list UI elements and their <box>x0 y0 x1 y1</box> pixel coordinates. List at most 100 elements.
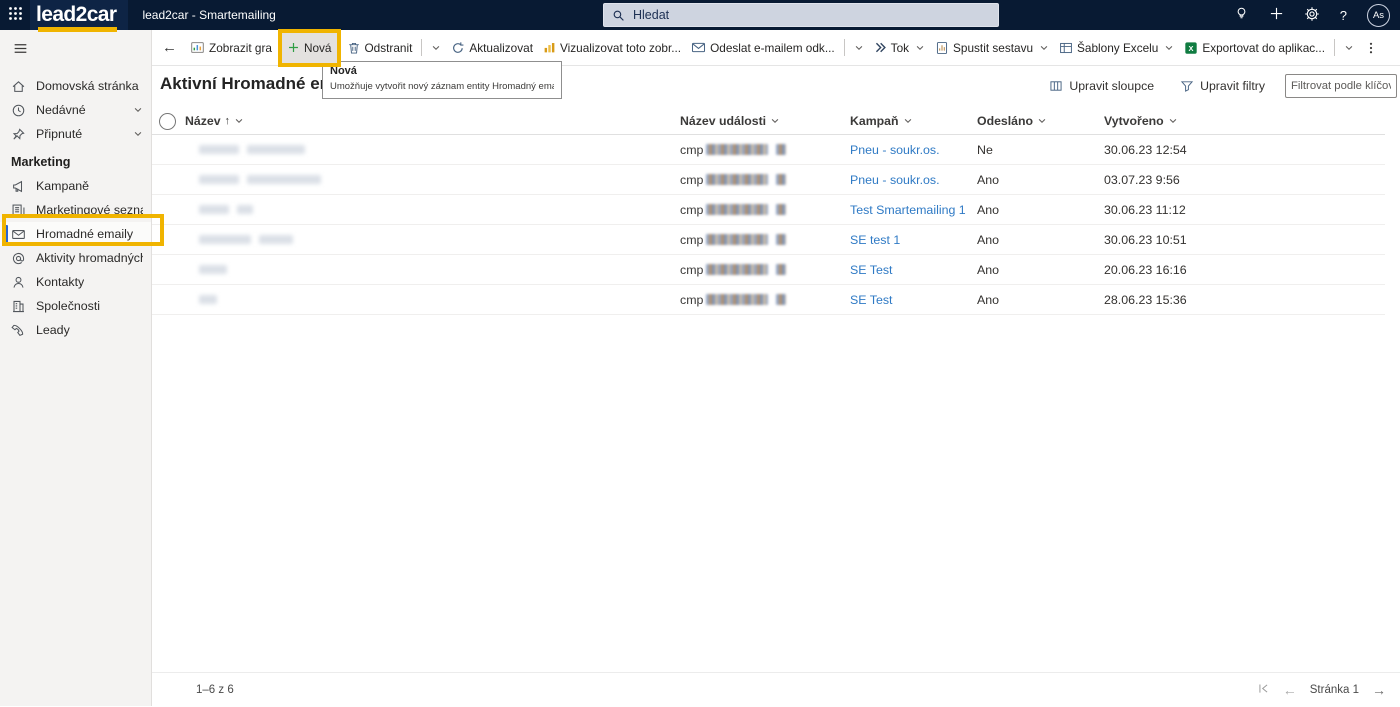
redacted-event-id <box>706 204 769 215</box>
campaign-link[interactable]: SE Test <box>850 293 892 307</box>
name-cell[interactable] <box>185 145 680 154</box>
hamburger-menu-icon[interactable] <box>8 38 32 62</box>
campaign-link[interactable]: Pneu - soukr.os. <box>850 143 940 157</box>
column-header-campaign[interactable]: Kampaň <box>850 114 977 128</box>
name-cell[interactable] <box>185 175 680 184</box>
command-excel-templates[interactable]: Šablony Excelu <box>1054 33 1179 63</box>
edit-columns-button[interactable]: Upravit sloupce <box>1043 78 1160 94</box>
event-prefix: cmp <box>680 292 704 307</box>
back-button[interactable]: ← <box>154 39 185 56</box>
command-divider <box>421 39 423 56</box>
sidebar-item-label: Leady <box>36 323 70 337</box>
command-export-excel[interactable]: X Exportovat do aplikac... <box>1179 33 1330 63</box>
sort-ascending-icon: ↑ <box>224 115 231 127</box>
sidebar-item-home[interactable]: Domovská stránka <box>0 74 151 98</box>
chevron-down-icon[interactable] <box>1037 116 1047 126</box>
dropdown-caret-icon[interactable] <box>1339 43 1359 53</box>
redacted-event-id <box>706 234 769 245</box>
help-icon[interactable]: ? <box>1340 8 1347 23</box>
created-cell: 28.06.23 15:36 <box>1104 292 1187 307</box>
command-tooltip: Nová Umožňuje vytvořit nový záznam entit… <box>322 61 562 99</box>
table-header: Název ↑ Název události Kampaň Odesláno V… <box>152 108 1385 135</box>
avatar[interactable]: As <box>1367 3 1390 27</box>
name-cell[interactable] <box>185 265 680 274</box>
redacted-name <box>259 235 293 244</box>
sent-cell: Ano <box>977 232 1000 247</box>
sent-cell: Ano <box>977 202 1000 217</box>
command-run-report[interactable]: Spustit sestavu <box>930 33 1054 63</box>
global-search[interactable] <box>603 3 999 27</box>
chevron-down-icon[interactable] <box>234 116 244 126</box>
chevron-down-icon[interactable] <box>770 116 780 126</box>
lightbulb-icon[interactable] <box>1234 6 1249 24</box>
campaign-link[interactable]: SE Test <box>850 263 892 277</box>
command-label: Šablony Excelu <box>1077 40 1159 55</box>
chart-icon <box>190 40 205 55</box>
column-header-sent[interactable]: Odesláno <box>977 114 1104 128</box>
sidebar-item-recent[interactable]: Nedávné <box>0 98 151 122</box>
sidebar-item-marketing-lists[interactable]: Marketingové sezna... <box>0 198 151 222</box>
first-page-button[interactable] <box>1257 682 1270 698</box>
edit-columns-label: Upravit sloupce <box>1069 79 1155 93</box>
table-row[interactable]: cmp SE test 1 Ano 30.06.23 10:51 <box>152 225 1385 255</box>
name-cell[interactable] <box>185 205 680 214</box>
chevron-down-icon[interactable] <box>1168 116 1178 126</box>
column-header-event-name[interactable]: Název události <box>680 114 850 128</box>
redacted-event-id <box>706 174 769 185</box>
columns-icon <box>1049 79 1063 93</box>
campaign-link[interactable]: SE test 1 <box>850 233 900 247</box>
redacted-event-id <box>776 294 787 305</box>
table-row[interactable]: cmp SE Test Ano 20.06.23 16:16 <box>152 255 1385 285</box>
name-cell[interactable] <box>185 235 680 244</box>
sidebar-item-contacts[interactable]: Kontakty <box>0 270 151 294</box>
name-cell[interactable] <box>185 295 680 304</box>
select-all-checkbox[interactable] <box>159 112 176 130</box>
command-new[interactable]: Nová <box>281 32 337 63</box>
redacted-name <box>199 265 227 274</box>
settings-gear-icon[interactable] <box>1304 6 1320 25</box>
sidebar-item-accounts[interactable]: Společnosti <box>0 294 151 318</box>
redacted-event-id <box>706 144 769 155</box>
chevron-down-icon[interactable] <box>903 116 913 126</box>
sidebar-item-pinned[interactable]: Připnuté <box>0 122 151 146</box>
campaign-link[interactable]: Test Smartemailing 1 <box>850 203 966 217</box>
campaign-cell: SE test 1 <box>850 231 977 249</box>
exceltmpl-icon <box>1059 41 1073 55</box>
sidebar-item-leads[interactable]: Leady <box>0 318 151 342</box>
command-visualize-view[interactable]: Vizualizovat toto zobr... <box>538 33 686 63</box>
command-refresh[interactable]: Aktualizovat <box>446 33 538 63</box>
command-delete[interactable]: Odstranit <box>342 33 418 63</box>
command-email-link[interactable]: Odeslat e-mailem odk... <box>686 33 840 63</box>
chevron-down-icon <box>133 105 143 115</box>
filter-funnel-icon <box>1180 79 1194 93</box>
next-page-button[interactable]: → <box>1372 682 1386 698</box>
sidebar-item-mass-emails[interactable]: Hromadné emaily <box>0 222 151 246</box>
redacted-name <box>247 145 305 154</box>
table-row[interactable]: cmp SE Test Ano 28.06.23 15:36 <box>152 285 1385 315</box>
table-row[interactable]: cmp Pneu - soukr.os. Ne 30.06.23 12:54 <box>152 135 1385 165</box>
column-header-created[interactable]: Vytvořeno <box>1104 114 1385 128</box>
edit-filters-button[interactable]: Upravit filtry <box>1174 78 1271 94</box>
plus-icon[interactable] <box>1269 6 1284 24</box>
redacted-event-id <box>776 264 787 275</box>
keyword-filter-input[interactable] <box>1285 74 1397 98</box>
sidebar-item-mass-email-activities[interactable]: Aktivity hromadných... <box>0 246 151 270</box>
command-flow[interactable]: Tok <box>869 33 930 63</box>
sent-cell: Ano <box>977 292 1000 307</box>
command-show-chart[interactable]: Zobrazit gra <box>185 33 277 63</box>
command-more-commands[interactable] <box>1359 33 1383 63</box>
dropdown-caret-icon[interactable] <box>849 43 869 53</box>
waffle-app-launcher-icon[interactable] <box>0 0 30 30</box>
previous-page-button[interactable]: ← <box>1283 682 1297 698</box>
table-row[interactable]: cmp Test Smartemailing 1 Ano 30.06.23 11:12 <box>152 195 1385 225</box>
search-icon <box>612 9 625 22</box>
campaign-link[interactable]: Pneu - soukr.os. <box>850 173 940 187</box>
table-row[interactable]: cmp Pneu - soukr.os. Ano 03.07.23 9:56 <box>152 165 1385 195</box>
created-cell: 30.06.23 11:12 <box>1104 202 1186 217</box>
column-header-name[interactable]: Název ↑ <box>185 114 680 128</box>
dropdown-caret-icon[interactable] <box>426 43 446 53</box>
search-input[interactable] <box>631 7 990 23</box>
edit-filters-label: Upravit filtry <box>1200 79 1265 93</box>
sidebar-item-campaigns[interactable]: Kampaně <box>0 174 151 198</box>
event-prefix: cmp <box>680 202 704 217</box>
